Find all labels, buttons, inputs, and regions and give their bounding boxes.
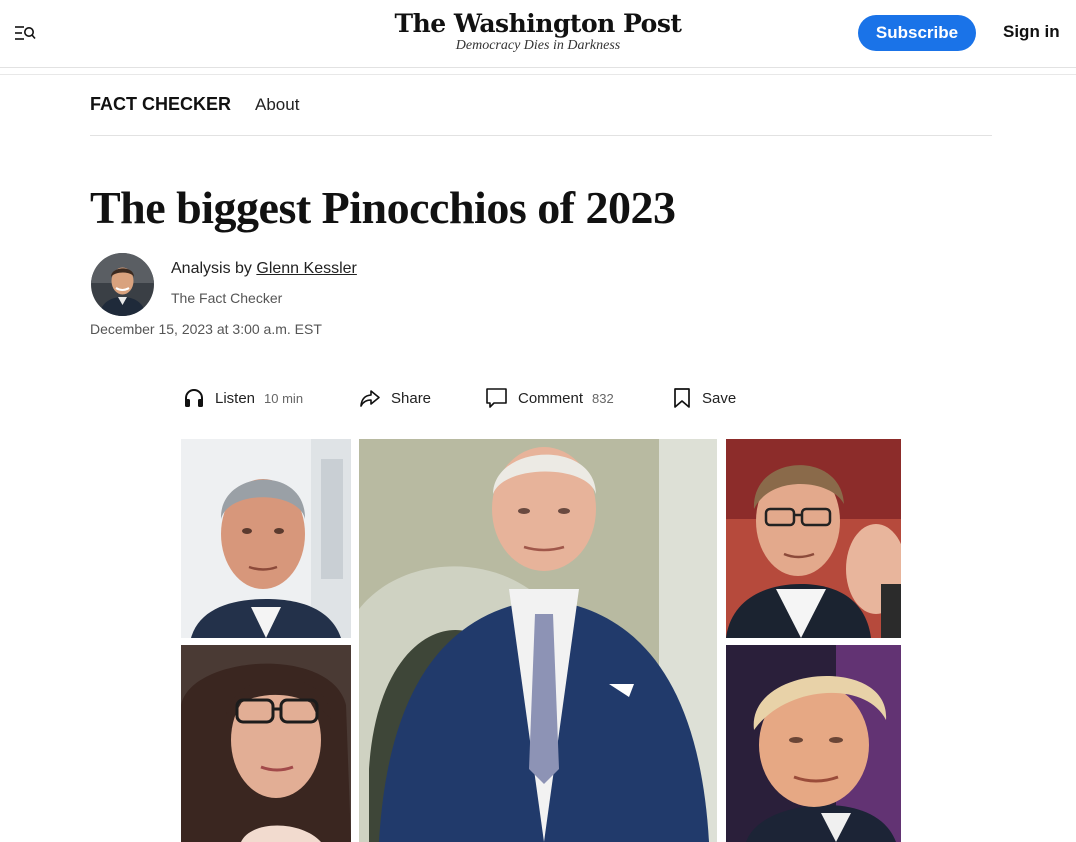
about-link[interactable]: About — [255, 95, 299, 115]
divider — [0, 74, 1076, 75]
photo-center[interactable] — [359, 439, 717, 842]
listen-button[interactable]: Listen 10 min — [183, 386, 303, 410]
listen-duration: 10 min — [264, 390, 304, 406]
section-nav: FACT CHECKER About — [90, 92, 992, 136]
sign-in-link[interactable]: Sign in — [1003, 22, 1060, 42]
article-headline: The biggest Pinocchios of 2023 — [90, 182, 676, 233]
bookmark-icon — [674, 388, 690, 408]
listen-label: Listen — [215, 389, 256, 407]
share-button[interactable]: Share — [359, 386, 431, 410]
photo-top-left[interactable] — [181, 439, 351, 638]
subscribe-button[interactable]: Subscribe — [858, 15, 976, 51]
author-title: The Fact Checker — [171, 290, 283, 306]
share-label: Share — [391, 389, 432, 407]
comment-button[interactable]: Comment 832 — [485, 386, 614, 410]
photo-bottom-right[interactable] — [726, 645, 901, 842]
site-header: The Washington Post Democracy Dies in Da… — [0, 0, 1076, 68]
byline: Analysis by Glenn Kessler — [171, 260, 357, 278]
publish-date: December 15, 2023 at 3:00 a.m. EST — [90, 321, 322, 337]
headphones-icon — [185, 389, 203, 407]
save-button[interactable]: Save — [672, 386, 736, 410]
photo-top-right[interactable] — [726, 439, 901, 638]
save-label: Save — [702, 389, 737, 407]
section-title-link[interactable]: FACT CHECKER — [90, 94, 231, 115]
photo-bottom-left[interactable] — [181, 645, 351, 842]
author-link[interactable]: Glenn Kessler — [256, 260, 357, 277]
byline-prefix: Analysis by — [171, 260, 257, 277]
comment-label: Comment — [518, 389, 584, 407]
author-avatar[interactable] — [91, 253, 154, 316]
share-icon — [360, 390, 380, 407]
comment-count: 832 — [592, 390, 614, 406]
comment-icon — [486, 388, 507, 408]
